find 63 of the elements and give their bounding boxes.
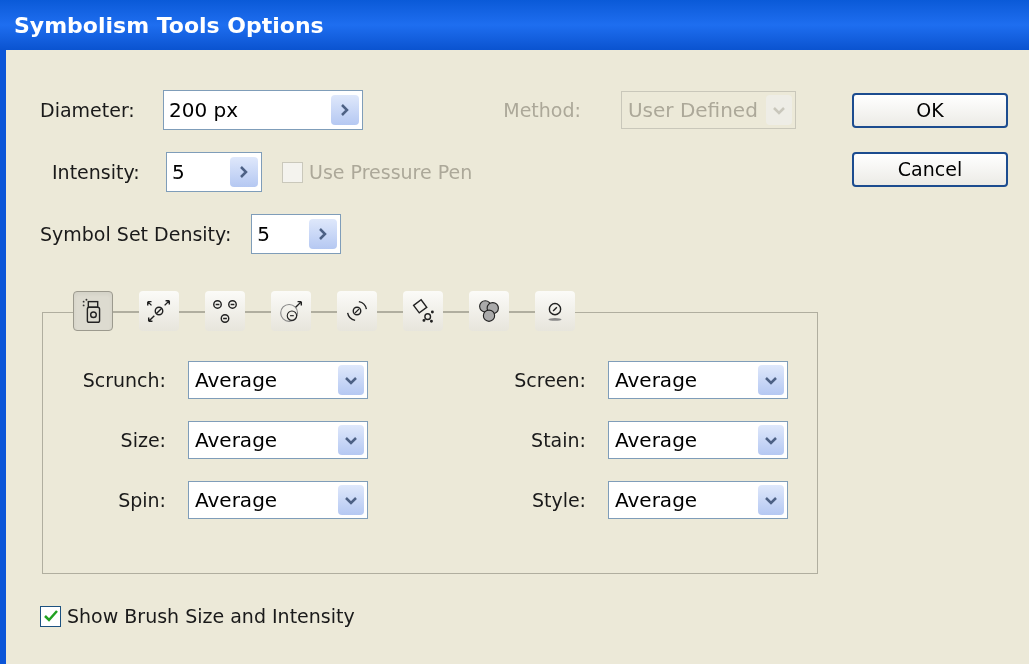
option-label: Screen: xyxy=(514,367,586,393)
dropdown[interactable]: Average xyxy=(608,481,788,519)
field-label: Symbol Set Density: xyxy=(40,221,232,247)
chevron-down-icon xyxy=(765,435,777,445)
chevron-down-icon xyxy=(345,375,357,385)
chevron-right-icon xyxy=(318,228,329,240)
checkbox-label: Use Pressure Pen xyxy=(309,159,473,185)
number-field[interactable]: 5 xyxy=(166,152,262,192)
tool-button[interactable] xyxy=(205,291,245,331)
checkmark-icon xyxy=(43,610,58,623)
dropdown-arrow-button[interactable] xyxy=(338,365,364,395)
arrow-button[interactable] xyxy=(230,157,258,187)
arrow-button[interactable] xyxy=(331,95,360,125)
dropdown-value: Average xyxy=(614,487,698,514)
chevron-down-icon xyxy=(765,375,777,385)
number-field[interactable]: 200 px xyxy=(162,90,364,130)
tool-button[interactable] xyxy=(535,291,575,331)
chevron-down-icon xyxy=(345,495,357,505)
chevron-right-icon xyxy=(239,166,249,178)
dropdown-value: Average xyxy=(194,487,278,514)
dropdown-value: Average xyxy=(614,427,698,454)
tool-button[interactable] xyxy=(271,291,311,331)
dropdown-value: User Defined xyxy=(626,97,758,124)
dropdown-arrow-button[interactable] xyxy=(758,365,784,395)
dropdown-arrow-button[interactable] xyxy=(338,485,364,515)
tool-button[interactable] xyxy=(73,291,113,331)
chevron-down-icon xyxy=(773,105,785,115)
option-label: Size: xyxy=(120,427,166,453)
option-label: Stain: xyxy=(531,427,586,453)
option-label: Spin: xyxy=(118,487,166,513)
checkbox-label: Show Brush Size and Intensity xyxy=(67,604,355,629)
dropdown-arrow-button[interactable] xyxy=(338,425,364,455)
chevron-down-icon xyxy=(345,435,357,445)
dropdown[interactable]: Average xyxy=(608,361,788,399)
tool-button[interactable] xyxy=(469,291,509,331)
dropdown[interactable]: Average xyxy=(608,421,788,459)
checkbox[interactable] xyxy=(40,605,61,627)
tool-button[interactable] xyxy=(337,291,377,331)
window-title: Symbolism Tools Options xyxy=(14,11,324,40)
dropdown-arrow-button[interactable] xyxy=(758,485,784,515)
field-value: 5 xyxy=(256,221,271,248)
chevron-down-icon xyxy=(765,495,777,505)
field-value: 5 xyxy=(171,159,185,186)
tool-button[interactable] xyxy=(403,291,443,331)
field-label: Intensity: xyxy=(52,159,141,185)
tool-button[interactable] xyxy=(139,291,179,331)
chevron-right-icon xyxy=(340,104,351,116)
dropdown[interactable]: Average xyxy=(188,421,368,459)
field-label: Method: xyxy=(503,97,581,123)
option-label: Style: xyxy=(531,487,586,513)
field-value: 200 px xyxy=(167,97,238,124)
dropdown[interactable]: Average xyxy=(188,361,368,399)
arrow-button[interactable] xyxy=(309,219,338,249)
dropdown-arrow-button[interactable] xyxy=(758,425,784,455)
dropdown-value: Average xyxy=(614,367,698,394)
dropdown-value: Average xyxy=(194,367,278,394)
dropdown-value: Average xyxy=(194,427,278,454)
dialog-button[interactable]: OK xyxy=(852,93,1008,128)
option-label: Scrunch: xyxy=(82,367,166,393)
number-field[interactable]: 5 xyxy=(251,214,342,254)
field-label: Diameter: xyxy=(40,97,136,123)
dropdown[interactable]: Average xyxy=(188,481,368,519)
dialog-button[interactable]: Cancel xyxy=(852,152,1008,187)
